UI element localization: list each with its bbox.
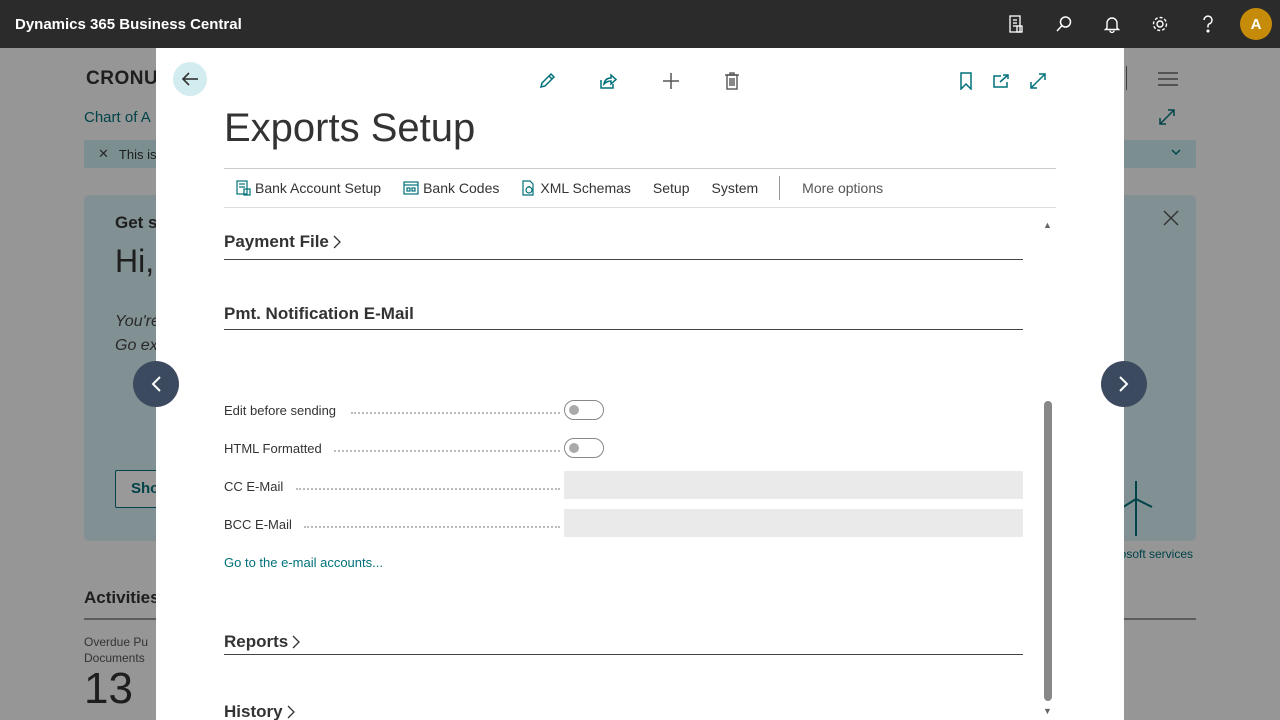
page-title: Exports Setup: [224, 106, 476, 150]
expand-icon[interactable]: [1026, 69, 1050, 93]
chevron-right-icon: [333, 235, 341, 249]
edit-before-sending-toggle[interactable]: [564, 400, 604, 420]
section-divider: [224, 654, 1023, 655]
bank-account-setup-icon: [236, 180, 251, 196]
app-title[interactable]: Dynamics 365 Business Central: [15, 16, 242, 33]
dotted-leader: [334, 450, 560, 452]
toggle-knob: [569, 443, 579, 453]
help-icon[interactable]: [1184, 0, 1232, 48]
scroll-up-arrow[interactable]: ▲: [1043, 220, 1052, 230]
action-label: Bank Codes: [423, 180, 500, 196]
toggle-knob: [569, 405, 579, 415]
dotted-leader: [296, 488, 560, 490]
chevron-right-icon: [292, 635, 301, 649]
action-bar: Bank Account Setup Bank Codes XML Schema…: [224, 169, 1056, 208]
edit-icon[interactable]: [535, 69, 559, 93]
cc-email-field[interactable]: [564, 471, 1023, 499]
plus-icon[interactable]: [659, 69, 683, 93]
system-menu[interactable]: System: [711, 180, 758, 196]
scrollbar-thumb[interactable]: [1044, 401, 1052, 701]
payment-file-section-header[interactable]: Payment File: [224, 232, 341, 252]
field-label-text: HTML Formatted: [224, 441, 322, 456]
field-label-text: Edit before sending: [224, 403, 337, 418]
section-divider: [224, 259, 1023, 260]
edit-before-sending-label: Edit before sending: [224, 403, 560, 418]
chevron-left-icon: [151, 376, 161, 392]
app-bar-actions: A: [992, 0, 1280, 48]
reports-section-header[interactable]: Reports: [224, 632, 301, 652]
html-formatted-label: HTML Formatted: [224, 441, 560, 456]
history-section-header[interactable]: History: [224, 702, 295, 720]
bcc-email-field[interactable]: [564, 509, 1023, 537]
section-title: Reports: [224, 632, 289, 651]
dotted-leader: [351, 412, 560, 414]
email-accounts-link[interactable]: Go to the e-mail accounts...: [224, 555, 383, 570]
xml-schemas-icon: [521, 180, 536, 196]
bank-account-setup-action[interactable]: Bank Account Setup: [236, 180, 381, 196]
section-title: History: [224, 702, 283, 720]
chevron-right-icon: [1119, 376, 1129, 392]
bank-codes-action[interactable]: Bank Codes: [403, 180, 499, 196]
section-title: Pmt. Notification E-Mail: [224, 304, 414, 323]
more-options-button[interactable]: More options: [802, 180, 883, 196]
html-formatted-toggle[interactable]: [564, 438, 604, 458]
field-label-text: BCC E-Mail: [224, 517, 292, 532]
cc-email-label: CC E-Mail: [224, 479, 560, 494]
section-title: Payment File: [224, 232, 329, 251]
arrow-left-icon: [181, 72, 198, 86]
setup-menu[interactable]: Setup: [653, 180, 690, 196]
action-label: XML Schemas: [540, 180, 631, 196]
delete-icon[interactable]: [720, 69, 744, 93]
section-divider: [224, 329, 1023, 330]
chevron-right-icon: [287, 705, 295, 719]
user-avatar[interactable]: A: [1240, 8, 1272, 40]
document-icon[interactable]: [992, 0, 1040, 48]
field-label-text: CC E-Mail: [224, 479, 284, 494]
pmt-notification-section-header[interactable]: Pmt. Notification E-Mail: [224, 304, 414, 324]
bank-codes-icon: [403, 180, 419, 196]
previous-record-button[interactable]: [133, 361, 179, 407]
bookmark-icon[interactable]: [954, 69, 978, 93]
exports-setup-dialog: Exports Setup Bank Account Setup Bank Co…: [156, 48, 1124, 720]
back-button[interactable]: [173, 62, 207, 96]
xml-schemas-action[interactable]: XML Schemas: [521, 180, 631, 196]
bcc-email-label: BCC E-Mail: [224, 517, 560, 532]
gear-icon[interactable]: [1136, 0, 1184, 48]
app-bar: Dynamics 365 Business Central A: [0, 0, 1280, 48]
bell-icon[interactable]: [1088, 0, 1136, 48]
next-record-button[interactable]: [1101, 361, 1147, 407]
search-icon[interactable]: [1040, 0, 1088, 48]
scroll-down-arrow[interactable]: ▼: [1043, 706, 1052, 716]
action-label: Bank Account Setup: [255, 180, 382, 196]
open-in-new-window-icon[interactable]: [989, 69, 1013, 93]
share-icon[interactable]: [596, 69, 620, 93]
divider: [779, 176, 781, 200]
dotted-leader: [304, 526, 560, 528]
